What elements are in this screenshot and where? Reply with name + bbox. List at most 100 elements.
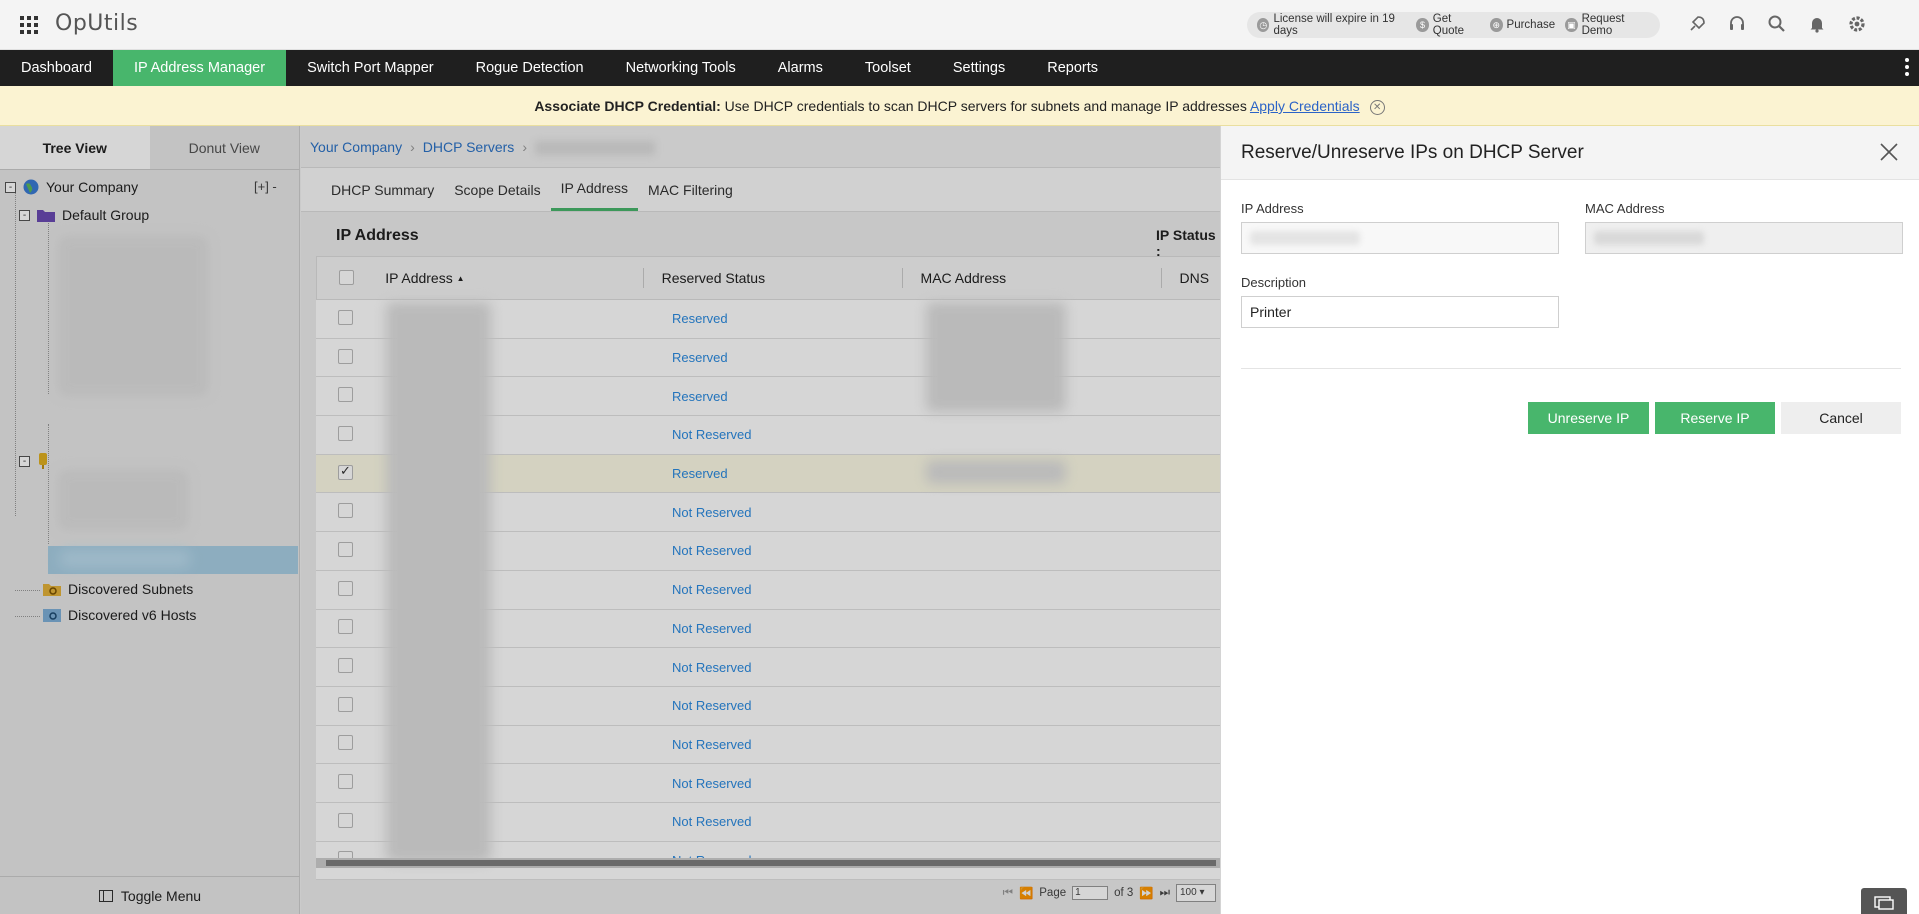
- search-icon[interactable]: [1765, 12, 1789, 36]
- prev-page-icon[interactable]: ⏪: [1019, 886, 1033, 900]
- reserved-status-link[interactable]: Not Reserved: [654, 737, 922, 752]
- page-number-input[interactable]: 1: [1072, 886, 1109, 900]
- server-subtabs: DHCP Summary Scope Details IP Address MA…: [301, 168, 1221, 212]
- row-checkbox[interactable]: [338, 619, 353, 635]
- reserved-status-link[interactable]: Not Reserved: [654, 582, 922, 597]
- redacted-mac-cell: [926, 460, 1066, 484]
- bell-icon[interactable]: [1805, 12, 1829, 36]
- last-page-icon[interactable]: ⏭: [1160, 887, 1170, 900]
- search-folder-icon: [43, 584, 61, 596]
- redacted-subnets: [58, 236, 208, 396]
- row-checkbox[interactable]: [338, 580, 353, 596]
- license-bar: ◷ License will expire in 19 days $ Get Q…: [1247, 12, 1660, 38]
- header-ip-address[interactable]: IP Address ▲: [385, 256, 644, 300]
- reserved-status-link[interactable]: Reserved: [654, 389, 922, 404]
- collapse-icon[interactable]: -: [19, 209, 30, 221]
- row-checkbox[interactable]: [338, 696, 353, 712]
- tree-node-dhcp-server[interactable]: -: [19, 452, 50, 470]
- apps-grid-icon[interactable]: [20, 16, 38, 34]
- redacted-mac: [1594, 231, 1704, 245]
- request-demo-link[interactable]: Request Demo: [1582, 13, 1650, 37]
- nav-settings[interactable]: Settings: [932, 50, 1026, 86]
- headset-icon[interactable]: [1725, 12, 1749, 36]
- more-menu-icon[interactable]: [1905, 58, 1909, 76]
- nav-alarms[interactable]: Alarms: [757, 50, 844, 86]
- row-cell-select: [316, 425, 386, 444]
- get-quote-link[interactable]: Get Quote: [1433, 13, 1480, 37]
- purchase-link[interactable]: Purchase: [1507, 19, 1556, 31]
- ip-address-field[interactable]: [1241, 222, 1559, 254]
- row-checkbox[interactable]: [338, 541, 353, 557]
- description-label: Description: [1241, 275, 1307, 290]
- row-cell-select: [316, 387, 386, 405]
- nav-switch-port-mapper[interactable]: Switch Port Mapper: [286, 50, 455, 86]
- nav-dashboard[interactable]: Dashboard: [0, 50, 113, 86]
- row-checkbox[interactable]: [338, 348, 353, 364]
- reserve-ip-button[interactable]: Reserve IP: [1655, 402, 1775, 434]
- row-checkbox[interactable]: [338, 812, 353, 828]
- header-reserved-status[interactable]: Reserved Status: [644, 256, 903, 300]
- tab-tree-view[interactable]: Tree View: [0, 126, 150, 169]
- row-checkbox[interactable]: [338, 309, 353, 325]
- scrollbar-thumb[interactable]: [326, 860, 1216, 866]
- reserved-status-link[interactable]: Reserved: [654, 466, 922, 481]
- toggle-menu-button[interactable]: Toggle Menu: [0, 876, 300, 914]
- horizontal-scrollbar[interactable]: [316, 858, 1221, 868]
- close-icon[interactable]: [1879, 142, 1899, 165]
- breadcrumb-your-company[interactable]: Your Company: [310, 139, 402, 155]
- row-cell-select: [316, 774, 386, 792]
- reserved-status-link[interactable]: Not Reserved: [654, 660, 922, 675]
- tab-ip-address[interactable]: IP Address: [550, 168, 639, 211]
- tab-donut-view[interactable]: Donut View: [149, 126, 299, 169]
- collapse-icon[interactable]: -: [5, 181, 16, 193]
- gear-icon[interactable]: [1845, 12, 1869, 36]
- row-checkbox[interactable]: [338, 658, 353, 674]
- tree-node-default-group[interactable]: - Default Group: [19, 207, 149, 223]
- header-dns[interactable]: DNS: [1162, 256, 1220, 300]
- rocket-icon[interactable]: [1685, 12, 1709, 36]
- reserved-status-link[interactable]: Not Reserved: [654, 427, 922, 442]
- nav-toolset[interactable]: Toolset: [844, 50, 932, 86]
- reserved-status-link[interactable]: Reserved: [654, 350, 922, 365]
- row-checkbox[interactable]: [338, 774, 353, 790]
- reserved-status-link[interactable]: Not Reserved: [654, 505, 922, 520]
- header-mac-address[interactable]: MAC Address: [903, 256, 1162, 300]
- tree-node-your-company[interactable]: - Your Company: [5, 178, 138, 196]
- next-page-icon[interactable]: ⏩: [1139, 886, 1153, 900]
- reserved-status-link[interactable]: Not Reserved: [654, 814, 922, 829]
- tree-add-remove-controls[interactable]: [+] -: [254, 179, 277, 194]
- nav-networking-tools[interactable]: Networking Tools: [605, 50, 757, 86]
- tab-dhcp-summary[interactable]: DHCP Summary: [321, 168, 444, 211]
- mac-address-field[interactable]: [1585, 222, 1903, 254]
- reserved-status-link[interactable]: Not Reserved: [654, 621, 922, 636]
- nav-rogue-detection[interactable]: Rogue Detection: [455, 50, 605, 86]
- tab-mac-filtering[interactable]: MAC Filtering: [638, 168, 743, 211]
- tree-node-discovered-v6-hosts[interactable]: Discovered v6 Hosts: [42, 607, 196, 623]
- nav-reports[interactable]: Reports: [1026, 50, 1119, 86]
- breadcrumb: Your Company › DHCP Servers ›: [301, 126, 1221, 168]
- reserved-status-link[interactable]: Reserved: [654, 311, 922, 326]
- redacted-ip: [1250, 231, 1360, 245]
- chat-icon[interactable]: [1861, 888, 1907, 914]
- row-checkbox[interactable]: [338, 503, 353, 519]
- tree-node-discovered-subnets[interactable]: Discovered Subnets: [42, 581, 193, 597]
- description-field[interactable]: Printer: [1241, 296, 1559, 328]
- breadcrumb-dhcp-servers[interactable]: DHCP Servers: [423, 139, 515, 155]
- tab-scope-details[interactable]: Scope Details: [444, 168, 550, 211]
- row-checkbox[interactable]: [338, 425, 353, 441]
- per-page-select[interactable]: 100 ▾: [1176, 884, 1216, 902]
- first-page-icon[interactable]: ⏮: [1003, 887, 1013, 900]
- select-all-checkbox[interactable]: [339, 270, 354, 285]
- row-checkbox[interactable]: [338, 463, 353, 480]
- reserved-status-link[interactable]: Not Reserved: [654, 698, 922, 713]
- collapse-icon[interactable]: -: [19, 455, 30, 467]
- reserved-status-link[interactable]: Not Reserved: [654, 776, 922, 791]
- apply-credentials-link[interactable]: Apply Credentials: [1250, 98, 1360, 114]
- reserved-status-link[interactable]: Not Reserved: [654, 543, 922, 558]
- cancel-button[interactable]: Cancel: [1781, 402, 1901, 434]
- close-circle-icon[interactable]: ✕: [1369, 99, 1385, 115]
- row-checkbox[interactable]: [338, 387, 353, 403]
- nav-ip-address-manager[interactable]: IP Address Manager: [112, 50, 287, 86]
- unreserve-ip-button[interactable]: Unreserve IP: [1528, 402, 1649, 434]
- row-checkbox[interactable]: [338, 735, 353, 751]
